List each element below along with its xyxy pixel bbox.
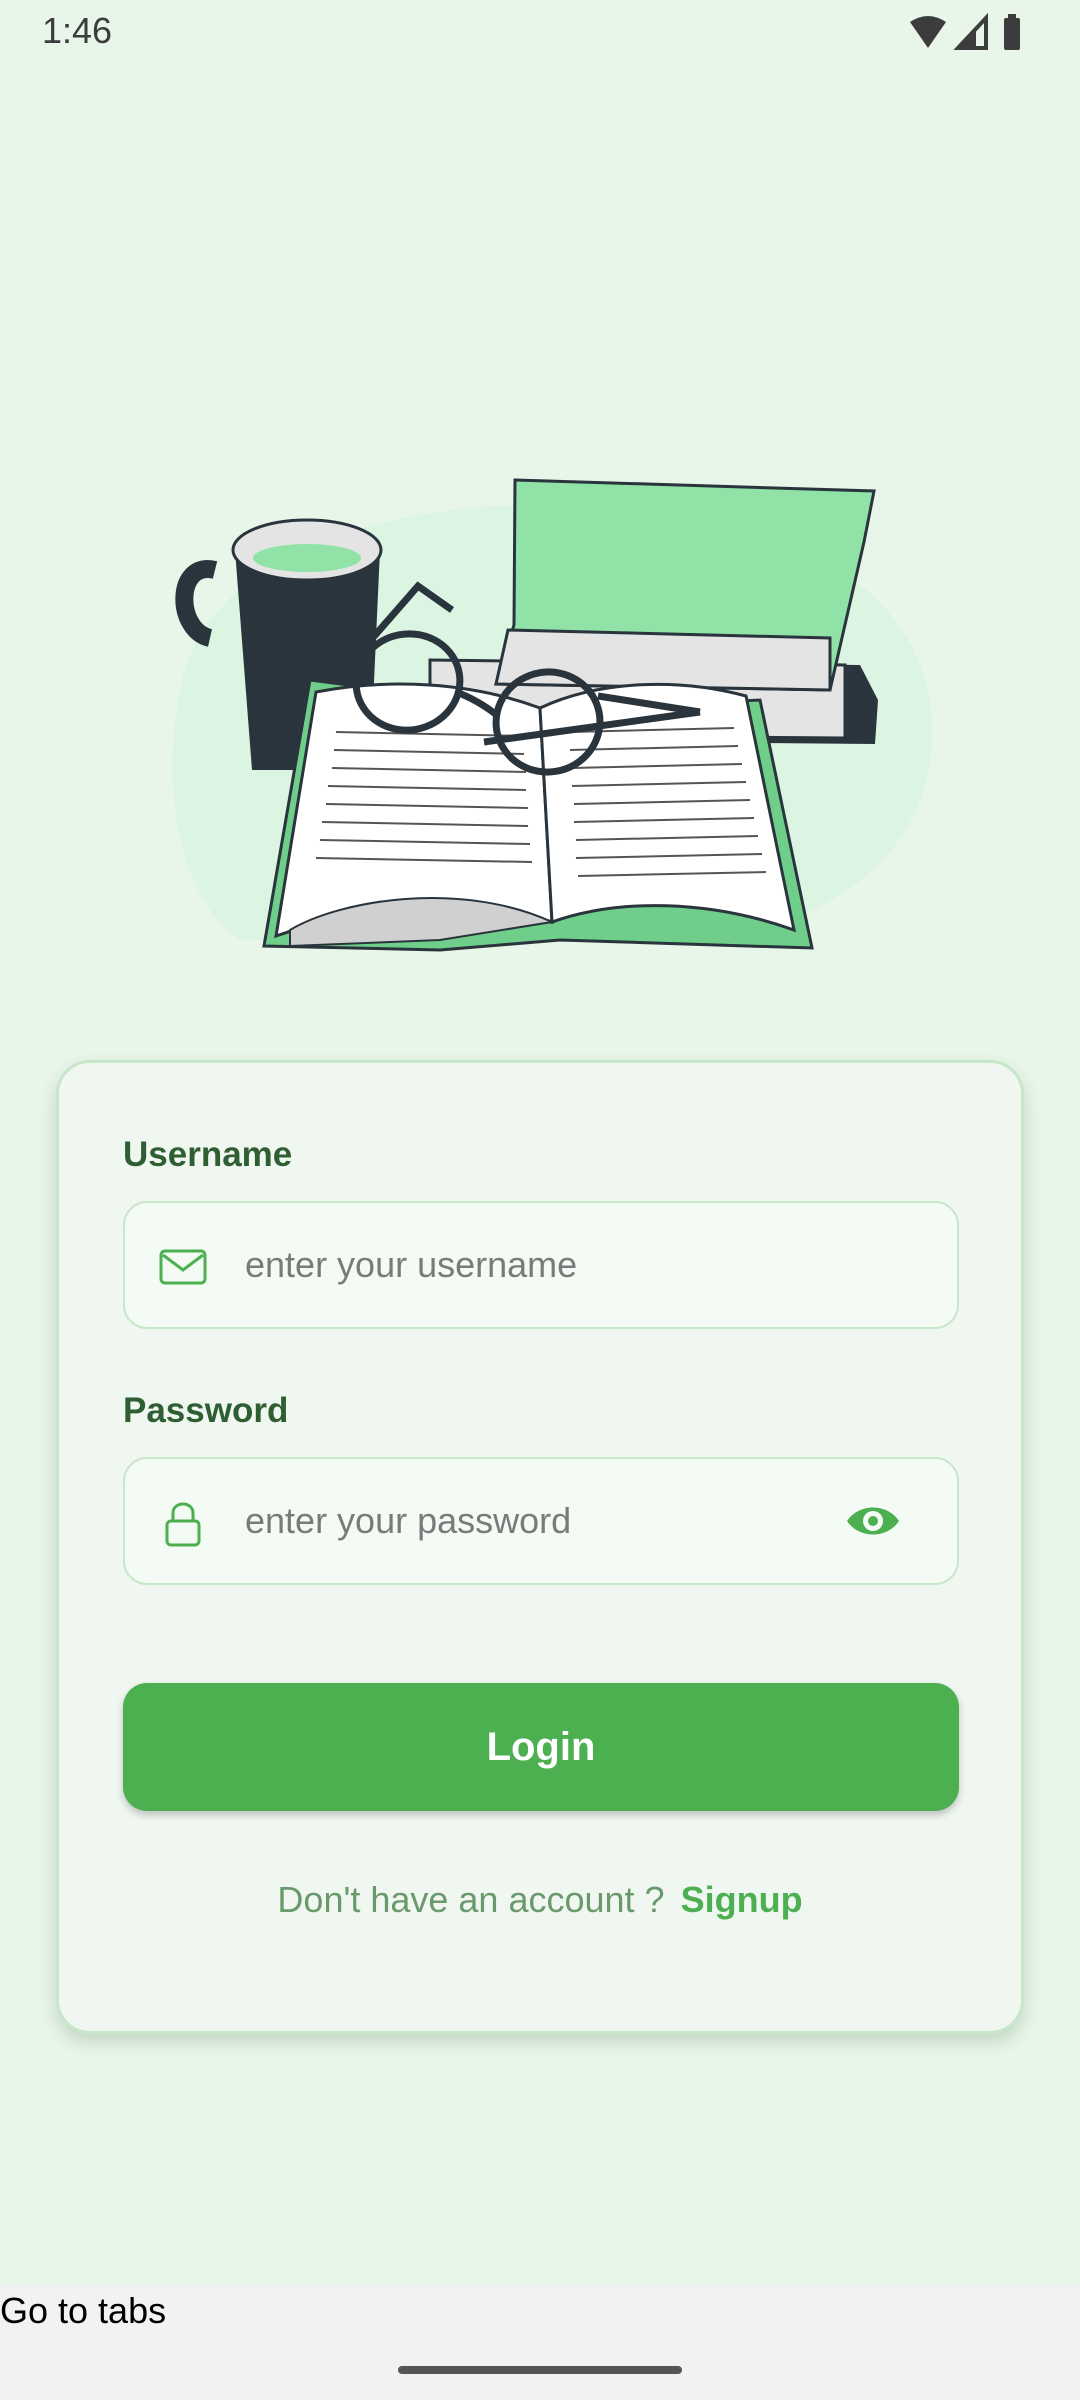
signup-prompt: Don't have an account ? bbox=[277, 1879, 665, 1920]
status-icons bbox=[910, 12, 1020, 50]
books-illustration bbox=[172, 478, 933, 952]
eye-icon[interactable] bbox=[845, 1501, 901, 1541]
open-book bbox=[262, 678, 814, 952]
signup-row: Don't have an account ? Signup bbox=[59, 1879, 1021, 1921]
login-card: Username enter your username Password en… bbox=[56, 1060, 1024, 2034]
username-field[interactable]: enter your username bbox=[123, 1201, 959, 1329]
password-label: Password bbox=[123, 1391, 289, 1430]
tabs-link-bar: Go to tabs bbox=[0, 2286, 1080, 2400]
username-input[interactable]: enter your username bbox=[245, 1203, 577, 1327]
home-indicator[interactable] bbox=[398, 2366, 682, 2374]
battery-icon bbox=[1004, 14, 1020, 50]
password-field[interactable]: enter your password bbox=[123, 1457, 959, 1585]
status-time: 1:46 bbox=[42, 10, 113, 51]
wifi-icon bbox=[910, 16, 946, 48]
signal-icon bbox=[953, 12, 988, 50]
password-input[interactable]: enter your password bbox=[245, 1459, 571, 1583]
login-button[interactable]: Login bbox=[123, 1683, 959, 1811]
lock-icon bbox=[165, 1502, 201, 1547]
go-to-tabs-link[interactable]: Go to tabs bbox=[0, 2290, 166, 2332]
status-bar: 1:46 bbox=[0, 0, 1080, 64]
mail-icon bbox=[159, 1249, 207, 1285]
signup-link[interactable]: Signup bbox=[681, 1879, 803, 1920]
username-label: Username bbox=[123, 1135, 293, 1174]
